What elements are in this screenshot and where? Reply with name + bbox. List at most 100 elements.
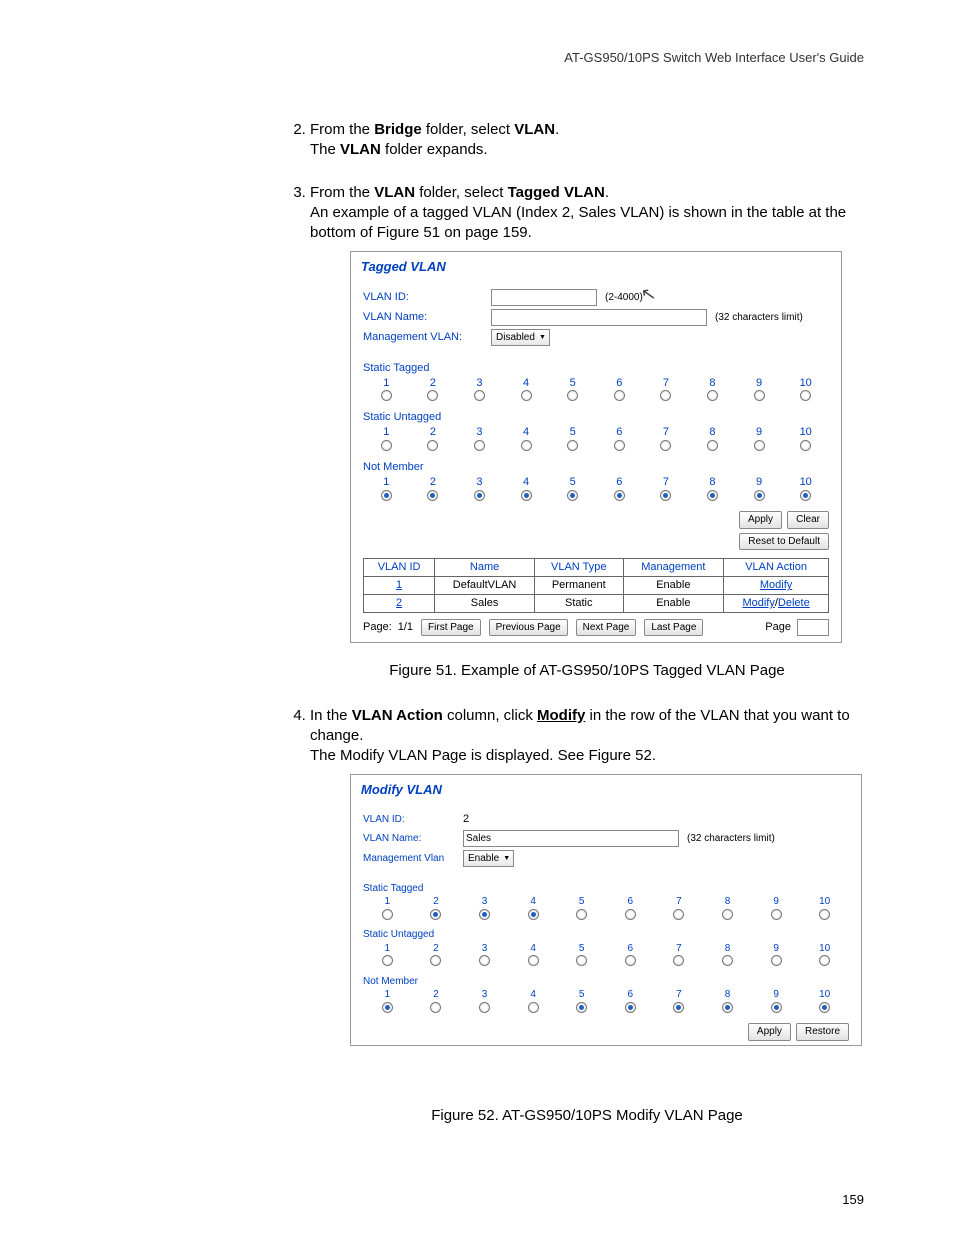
modify-link[interactable]: Modify bbox=[742, 597, 774, 609]
port-radio[interactable] bbox=[381, 390, 392, 401]
port-radio[interactable] bbox=[800, 390, 811, 401]
vlan-id-input[interactable] bbox=[491, 289, 597, 306]
port-header: 5 bbox=[557, 988, 606, 1002]
port-radio[interactable] bbox=[427, 440, 438, 451]
vlan-name-note: (32 characters limit) bbox=[687, 832, 775, 846]
port-radio[interactable] bbox=[771, 1002, 782, 1013]
port-header: 4 bbox=[509, 895, 558, 909]
th-vlan-id: VLAN ID bbox=[364, 559, 435, 577]
port-radio[interactable] bbox=[660, 390, 671, 401]
port-radio[interactable] bbox=[707, 490, 718, 501]
port-radio[interactable] bbox=[771, 909, 782, 920]
port-radio[interactable] bbox=[754, 490, 765, 501]
port-radio[interactable] bbox=[430, 955, 441, 966]
port-radio[interactable] bbox=[521, 390, 532, 401]
port-radio[interactable] bbox=[722, 1002, 733, 1013]
cursor-icon: ↖ bbox=[639, 281, 658, 308]
port-radio[interactable] bbox=[819, 1002, 830, 1013]
t: Bridge bbox=[374, 121, 422, 138]
port-radio[interactable] bbox=[479, 955, 490, 966]
port-radio[interactable] bbox=[430, 1002, 441, 1013]
port-radio[interactable] bbox=[707, 440, 718, 451]
vlan-name-input[interactable] bbox=[491, 309, 707, 326]
port-radio[interactable] bbox=[567, 440, 578, 451]
port-radio[interactable] bbox=[567, 390, 578, 401]
port-radio[interactable] bbox=[382, 955, 393, 966]
port-radio[interactable] bbox=[660, 440, 671, 451]
vlan-id-label: VLAN ID: bbox=[363, 813, 463, 827]
vlan-id-link[interactable]: 2 bbox=[396, 597, 402, 609]
port-radio[interactable] bbox=[474, 440, 485, 451]
apply-button[interactable]: Apply bbox=[748, 1023, 791, 1041]
port-radio[interactable] bbox=[576, 955, 587, 966]
port-radio[interactable] bbox=[528, 955, 539, 966]
port-radio[interactable] bbox=[771, 955, 782, 966]
port-radio[interactable] bbox=[576, 1002, 587, 1013]
port-radio[interactable] bbox=[521, 490, 532, 501]
port-radio[interactable] bbox=[382, 909, 393, 920]
restore-button[interactable]: Restore bbox=[796, 1023, 849, 1041]
vlan-name-input[interactable] bbox=[463, 830, 679, 847]
next-page-button[interactable]: Next Page bbox=[576, 619, 637, 637]
port-radio[interactable] bbox=[381, 440, 392, 451]
port-radio[interactable] bbox=[576, 909, 587, 920]
port-header: 4 bbox=[509, 988, 558, 1002]
port-radio[interactable] bbox=[382, 1002, 393, 1013]
port-radio[interactable] bbox=[754, 390, 765, 401]
mgmt-vlan-select[interactable]: Disabled bbox=[491, 329, 550, 346]
port-header: 4 bbox=[509, 942, 558, 956]
port-radio[interactable] bbox=[614, 490, 625, 501]
t: VLAN bbox=[340, 141, 381, 158]
first-page-button[interactable]: First Page bbox=[421, 619, 481, 637]
port-radio[interactable] bbox=[521, 440, 532, 451]
port-radio[interactable] bbox=[707, 390, 718, 401]
port-radio[interactable] bbox=[819, 909, 830, 920]
port-radio[interactable] bbox=[625, 1002, 636, 1013]
port-radio[interactable] bbox=[381, 490, 392, 501]
port-radio[interactable] bbox=[673, 1002, 684, 1013]
t: column, click bbox=[443, 707, 537, 724]
port-radio[interactable] bbox=[722, 955, 733, 966]
port-radio[interactable] bbox=[800, 440, 811, 451]
port-radio[interactable] bbox=[427, 490, 438, 501]
port-header: 4 bbox=[503, 475, 550, 490]
port-radio[interactable] bbox=[479, 909, 490, 920]
port-radio[interactable] bbox=[567, 490, 578, 501]
port-header: 1 bbox=[363, 988, 412, 1002]
port-radio[interactable] bbox=[754, 440, 765, 451]
static-untagged-heading: Static Untagged bbox=[363, 928, 849, 942]
port-radio[interactable] bbox=[614, 390, 625, 401]
port-radio[interactable] bbox=[474, 390, 485, 401]
port-radio[interactable] bbox=[528, 909, 539, 920]
previous-page-button[interactable]: Previous Page bbox=[489, 619, 568, 637]
vlan-id-link[interactable]: 1 bbox=[396, 579, 402, 591]
port-radio[interactable] bbox=[819, 955, 830, 966]
port-radio[interactable] bbox=[430, 909, 441, 920]
port-radio[interactable] bbox=[660, 490, 671, 501]
port-radio[interactable] bbox=[625, 909, 636, 920]
port-radio[interactable] bbox=[625, 955, 636, 966]
modify-link[interactable]: Modify bbox=[760, 579, 792, 591]
t: The Modify VLAN Page is displayed. See F… bbox=[310, 746, 864, 766]
port-radio[interactable] bbox=[673, 909, 684, 920]
port-radio[interactable] bbox=[528, 1002, 539, 1013]
port-radio[interactable] bbox=[614, 440, 625, 451]
cell: DefaultVLAN bbox=[435, 577, 535, 595]
mgmt-vlan-select[interactable]: Enable bbox=[463, 850, 514, 867]
last-page-button[interactable]: Last Page bbox=[644, 619, 703, 637]
apply-button[interactable]: Apply bbox=[739, 511, 782, 529]
port-radio[interactable] bbox=[427, 390, 438, 401]
reset-to-default-button[interactable]: Reset to Default bbox=[739, 533, 829, 551]
vlan-table: VLAN ID Name VLAN Type Management VLAN A… bbox=[363, 558, 829, 613]
delete-link[interactable]: Delete bbox=[778, 597, 810, 609]
port-radio[interactable] bbox=[474, 490, 485, 501]
static-tagged-heading: Static Tagged bbox=[363, 361, 829, 376]
port-radio[interactable] bbox=[722, 909, 733, 920]
t: VLAN bbox=[374, 184, 415, 201]
port-radio[interactable] bbox=[479, 1002, 490, 1013]
port-radio[interactable] bbox=[673, 955, 684, 966]
port-radio[interactable] bbox=[800, 490, 811, 501]
clear-button[interactable]: Clear bbox=[787, 511, 829, 529]
page-input[interactable] bbox=[797, 619, 829, 636]
mgmt-vlan-label: Management Vlan bbox=[363, 852, 463, 866]
